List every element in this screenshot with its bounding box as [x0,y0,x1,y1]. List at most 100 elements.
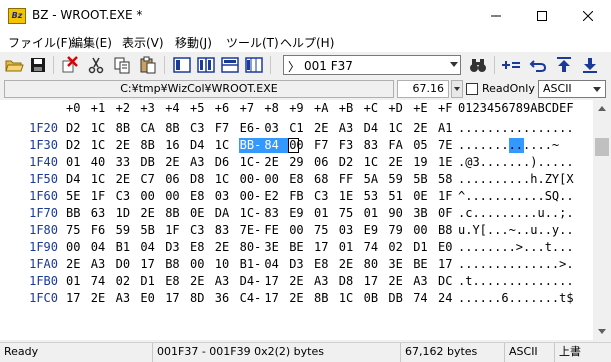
multi-view-button[interactable] [244,55,264,75]
hex-byte-cell[interactable]: FF [339,172,361,186]
hex-row[interactable]: 1FC0 17 2E A3 E0 17 8D 36 C4- 17 2E 8B 1C 0B DB 74 24...… [0,290,593,307]
hex-byte-cell[interactable]: 80- [240,240,262,254]
hex-row[interactable]: 1FB0 01 74 02 D1 E8 2E A3 D4- 17 2E A3 D8 17 2E A3 DC .t.… [0,273,593,290]
hex-byte-cell[interactable]: 68 [314,172,336,186]
hex-byte-cell[interactable]: 1C [91,121,113,135]
hex-byte-cell[interactable]: 03 [264,121,286,135]
hex-byte-cell[interactable]: 2E [314,121,336,135]
hex-byte-cell[interactable]: 17 [438,257,460,271]
hex-byte-cell[interactable]: 2E [388,155,410,169]
hex-byte-cell[interactable]: F7 [314,138,336,152]
search-button[interactable] [468,55,488,75]
ascii-text[interactable]: ................ [458,121,574,135]
ascii-text[interactable]: ........>...t... [458,240,574,254]
hex-byte-cell[interactable]: 1E [339,189,361,203]
hex-byte-cell[interactable]: 0E [413,189,435,203]
hex-byte-cell[interactable]: C3 [116,189,138,203]
hex-byte-cell[interactable]: 1C [364,155,386,169]
hex-byte-cell[interactable]: CA [140,121,162,135]
hex-byte-cell[interactable]: 33 [116,155,138,169]
hex-byte-cell[interactable]: A3 [215,274,237,288]
hex-byte-cell[interactable]: C7 [140,172,162,186]
hex-byte-cell[interactable]: 06 [165,172,187,186]
hex-byte-cell[interactable]: 1D [116,206,138,220]
hex-byte-cell[interactable]: 17 [165,291,187,305]
hex-byte-cell[interactable]: 00 [140,189,162,203]
hex-byte-cell[interactable]: 8B [116,121,138,135]
hex-byte-cell[interactable]: D3 [165,240,187,254]
hex-byte-cell[interactable]: E8 [314,257,336,271]
hex-byte-cell[interactable]: D2 [66,121,88,135]
address-input[interactable]: 〉 001 F37 [283,55,461,75]
hex-byte-cell[interactable]: FE [264,223,286,237]
hex-byte-cell[interactable]: 1C- [240,155,262,169]
hex-byte-cell[interactable]: D4 [364,121,386,135]
hex-byte-cell[interactable]: D2 [66,138,88,152]
hex-byte-cell[interactable]: 00 [289,138,311,152]
hex-byte-cell[interactable]: 00 [190,257,212,271]
hex-byte-cell[interactable]: 3E [264,240,286,254]
hex-byte-cell[interactable]: FA [388,138,410,152]
hex-byte-cell[interactable]: 00 [264,172,286,186]
hex-byte-cell[interactable]: A3 [339,121,361,135]
hex-byte-cell[interactable]: 2E [66,257,88,271]
hex-byte-cell[interactable]: 7E- [240,223,262,237]
jump-bottom-button[interactable] [580,55,600,75]
menu-move[interactable]: 移動(J) [175,34,212,51]
hex-byte-cell[interactable]: DB [388,291,410,305]
hex-byte-cell[interactable]: 01 [364,206,386,220]
hex-byte-cell[interactable]: E8 [165,274,187,288]
hex-byte-cell[interactable]: 1C [339,291,361,305]
compare-button[interactable] [220,55,240,75]
hex-byte-cell[interactable]: C3 [190,121,212,135]
ascii-text[interactable]: .@3.......)..... [458,155,574,169]
single-view-button[interactable] [172,55,192,75]
menu-help[interactable]: ヘルプ(H) [280,34,334,51]
hex-byte-cell[interactable]: E9 [364,223,386,237]
hex-byte-cell[interactable]: 59 [116,223,138,237]
split-view-button[interactable] [196,55,216,75]
vertical-scrollbar[interactable] [593,100,611,340]
hex-byte-cell[interactable]: 1E [438,155,460,169]
hex-byte-cell[interactable]: 83 [364,138,386,152]
hex-row[interactable]: 1F50 D4 1C 2E C7 06 D8 1C 00- 00 E8 68 FF 5A 59 5B 58...… [0,171,593,188]
hex-row[interactable]: 1F30 D2 1C 2E 8B 16 D4 1C BB- 84 00 F7 F3 83 FA 05 7E...… [0,137,593,154]
hex-byte-cell[interactable]: 74 [91,274,113,288]
ascii-text[interactable]: .............~ [458,138,559,152]
hex-byte-cell[interactable]: 01 [339,240,361,254]
hex-byte-cell[interactable]: 83 [264,206,286,220]
hex-byte-cell[interactable]: 0B [364,291,386,305]
cut-button[interactable] [86,55,106,75]
ascii-text[interactable]: ......6.......t$ [458,291,574,305]
hex-byte-cell[interactable]: 59 [388,172,410,186]
hex-byte-cell[interactable]: 5A [364,172,386,186]
hex-byte-cell[interactable]: 2E [339,257,361,271]
hex-byte-cell[interactable]: BB [66,206,88,220]
scroll-up-button[interactable] [593,100,611,117]
hex-byte-cell[interactable]: 80 [364,257,386,271]
hex-byte-cell[interactable]: 83 [215,223,237,237]
hex-byte-cell[interactable]: 74 [413,291,435,305]
hex-byte-cell[interactable]: DA [215,206,237,220]
hex-byte-cell[interactable]: 8B [165,121,187,135]
hex-byte-cell[interactable]: 1F [91,189,113,203]
hex-byte-cell[interactable]: E0 [140,291,162,305]
hex-row[interactable]: 1F40 01 40 33 DB 2E A3 D6 1C- 2E 29 06 D2 1C 2E 19 1E .@3… [0,154,593,171]
undo-button[interactable] [528,55,548,75]
hex-byte-cell[interactable]: 10 [215,257,237,271]
hex-byte-cell[interactable]: B8 [438,223,460,237]
hex-byte-cell[interactable]: 1F [165,223,187,237]
hex-byte-cell[interactable]: F7 [215,121,237,135]
hex-row[interactable]: 1F70 BB 63 1D 2E 8B 0E DA 1C- 83 E9 01 75 01 90 3B 0F .c.… [0,205,593,222]
hex-byte-cell[interactable]: 8B [314,291,336,305]
hex-byte-cell[interactable]: 06 [314,155,336,169]
hex-byte-cell[interactable]: D1 [140,274,162,288]
hex-byte-cell[interactable]: 8B [140,138,162,152]
hex-byte-cell[interactable]: E9 [289,206,311,220]
hex-byte-cell[interactable]: E8 [289,172,311,186]
hex-byte-cell[interactable]: 17 [264,274,286,288]
hex-byte-cell[interactable]: 02 [388,240,410,254]
hex-byte-cell[interactable]: 1F [438,189,460,203]
hex-byte-cell[interactable]: C3 [314,189,336,203]
hex-byte-cell[interactable]: 29 [289,155,311,169]
